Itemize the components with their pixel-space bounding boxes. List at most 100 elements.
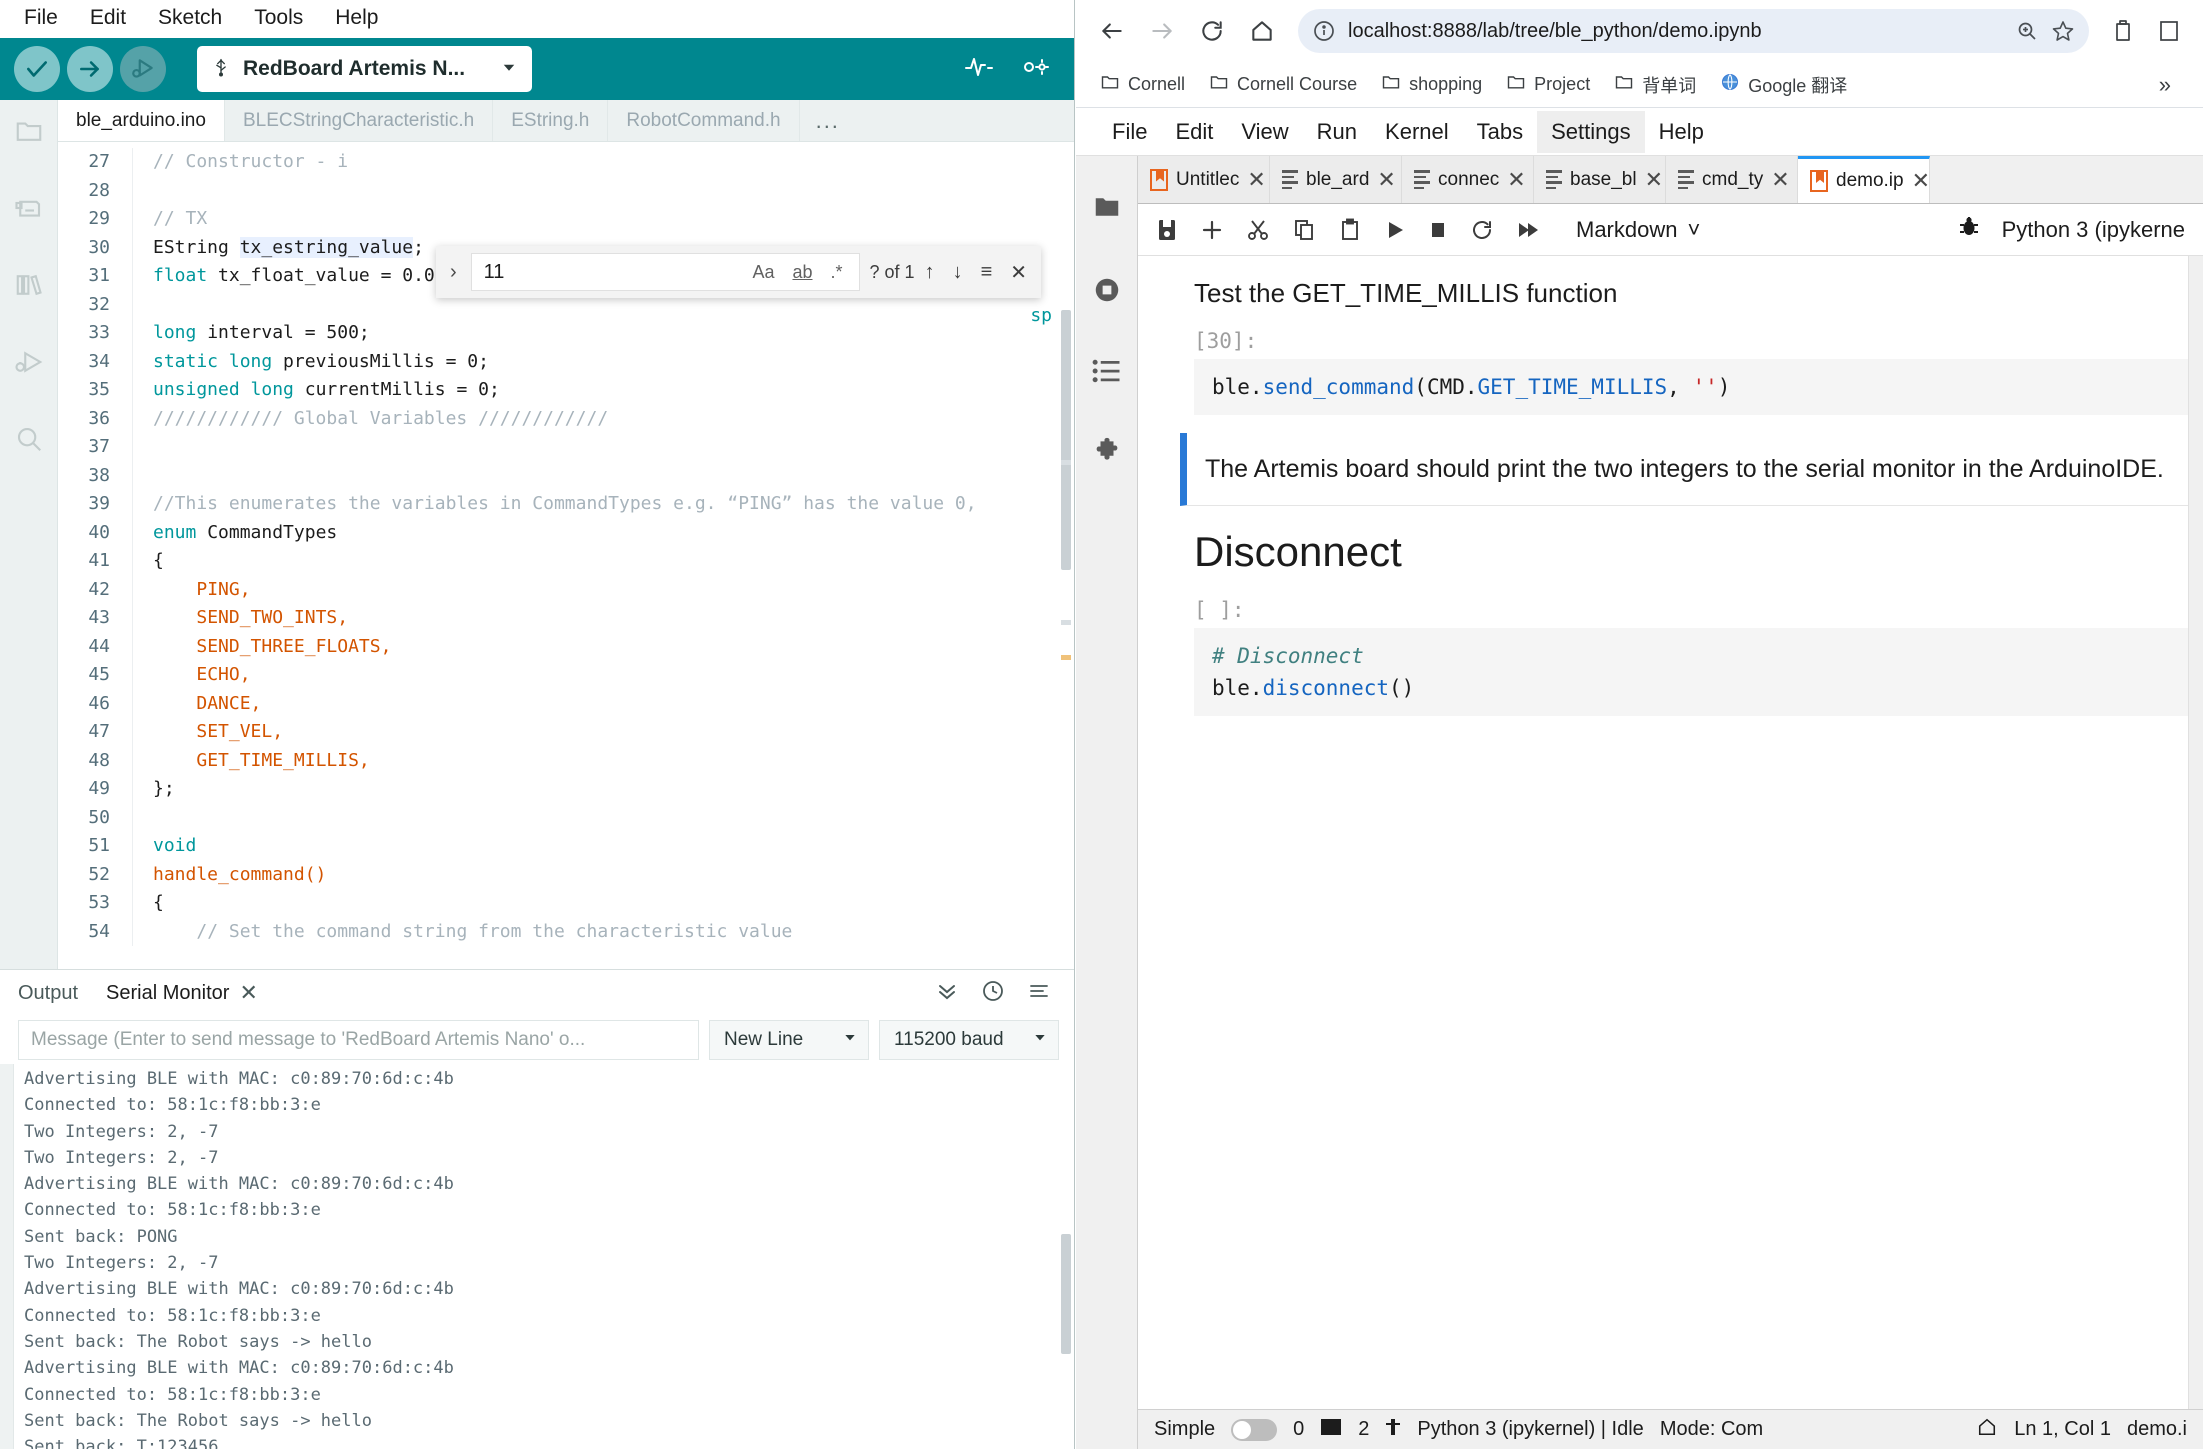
bookmark-shopping[interactable]: shopping — [1371, 68, 1492, 101]
line-ending-select[interactable]: New Line — [709, 1020, 869, 1060]
board-selector[interactable]: RedBoard Artemis N... — [197, 46, 532, 92]
menu-help[interactable]: Help — [319, 4, 394, 34]
jupyter-tab-cmd-ty[interactable]: cmd_ty ✕ — [1666, 156, 1798, 203]
file-tabs-overflow[interactable]: ... — [800, 100, 856, 141]
debug-icon[interactable] — [14, 347, 44, 382]
simple-mode-toggle[interactable] — [1231, 1418, 1278, 1441]
bookmark-project[interactable]: Project — [1496, 68, 1600, 101]
tab-serial-monitor[interactable]: Serial Monitor ✕ — [106, 980, 258, 1006]
copy-icon[interactable] — [1292, 218, 1316, 242]
serial-message-input[interactable]: Message (Enter to send message to 'RedBo… — [18, 1020, 699, 1060]
sketchbook-icon[interactable] — [14, 116, 44, 151]
extensions-icon[interactable] — [2103, 18, 2143, 44]
close-icon[interactable]: ✕ — [1507, 167, 1525, 193]
code-cell-input[interactable]: # Disconnect ble.disconnect() — [1194, 628, 2188, 716]
jupyter-menu-tabs[interactable]: Tabs — [1463, 111, 1537, 153]
boards-manager-icon[interactable] — [14, 193, 44, 228]
jupyter-menu-file[interactable]: File — [1098, 111, 1161, 153]
jupyter-tab-demo-ip[interactable]: demo.ip ✕ — [1798, 156, 1930, 203]
file-browser-icon[interactable] — [1092, 192, 1122, 227]
whole-word-icon[interactable]: ab — [788, 262, 816, 283]
find-widget[interactable]: › 11 Aa ab .* ? of 1 ↑ ↓ ≡ ✕ — [436, 246, 1041, 298]
find-previous-icon[interactable]: ↑ — [925, 261, 935, 284]
debug-console-icon[interactable] — [1020, 54, 1050, 85]
close-icon[interactable]: ✕ — [239, 980, 257, 1006]
serial-scrollbar[interactable] — [1060, 1064, 1072, 1449]
kernel-name[interactable]: Python 3 (ipykerne — [2002, 217, 2185, 243]
code-cell-input[interactable]: ble.send_command(CMD.GET_TIME_MILLIS, ''… — [1194, 359, 2188, 415]
baud-rate-select[interactable]: 115200 baud — [879, 1020, 1059, 1060]
notebook-cells[interactable]: Test the GET_TIME_MILLIS function [30]: bl… — [1138, 256, 2189, 1409]
timestamp-icon[interactable] — [981, 979, 1005, 1008]
markdown-heading[interactable]: Test the GET_TIME_MILLIS function — [1138, 256, 2188, 319]
notebook-scrollbar[interactable] — [2189, 256, 2203, 1409]
file-tab-ble_arduino[interactable]: ble_arduino.ino — [58, 100, 225, 141]
bookmark-cornell-course[interactable]: Cornell Course — [1199, 68, 1367, 101]
close-icon[interactable]: ✕ — [1377, 167, 1395, 193]
star-icon[interactable] — [2051, 19, 2075, 43]
close-icon[interactable]: ✕ — [1912, 168, 1929, 194]
restart-kernel-icon[interactable] — [1470, 218, 1494, 242]
collapse-icon[interactable] — [935, 979, 959, 1008]
clear-output-icon[interactable] — [1027, 979, 1051, 1008]
find-in-selection-icon[interactable]: ≡ — [981, 261, 993, 284]
close-icon[interactable]: ✕ — [1645, 167, 1663, 193]
jupyter-menu-settings[interactable]: Settings — [1537, 110, 1645, 153]
menu-edit[interactable]: Edit — [74, 4, 142, 34]
bookmark-beidanci[interactable]: 背单词 — [1604, 68, 1706, 102]
add-cell-icon[interactable] — [1200, 218, 1224, 242]
library-manager-icon[interactable] — [14, 270, 44, 305]
run-icon[interactable] — [1384, 219, 1406, 241]
menu-tools[interactable]: Tools — [238, 4, 319, 34]
find-input[interactable]: 11 Aa ab .* — [470, 253, 860, 291]
regex-icon[interactable]: .* — [827, 262, 847, 283]
serial-plotter-icon[interactable] — [964, 54, 994, 85]
jupyter-tab-untitlec[interactable]: Untitlec ✕ — [1138, 156, 1270, 203]
jupyter-menu-help[interactable]: Help — [1645, 111, 1718, 153]
table-of-contents-icon[interactable] — [1092, 358, 1122, 389]
address-bar[interactable]: localhost:8888/lab/tree/ble_python/demo.… — [1298, 9, 2089, 53]
info-circle-icon[interactable] — [1312, 19, 1336, 43]
bug-icon[interactable] — [1958, 215, 1980, 245]
search-icon[interactable] — [14, 424, 44, 459]
cut-icon[interactable] — [1246, 218, 1270, 242]
debug-button[interactable] — [120, 46, 166, 92]
bookmarks-overflow-icon[interactable]: » — [2159, 72, 2189, 98]
jupyter-tab-connec[interactable]: connec ✕ — [1402, 156, 1534, 203]
find-next-icon[interactable]: ↓ — [953, 261, 963, 284]
restart-run-all-icon[interactable] — [1516, 220, 1540, 240]
zoom-icon[interactable] — [2015, 19, 2039, 43]
bookmark-google-translate[interactable]: Google 翻译 — [1710, 68, 1857, 102]
jupyter-menu-edit[interactable]: Edit — [1161, 111, 1227, 153]
paste-icon[interactable] — [1338, 218, 1362, 242]
match-case-icon[interactable]: Aa — [748, 262, 778, 283]
back-arrow-icon[interactable] — [1090, 9, 1134, 53]
jupyter-menu-run[interactable]: Run — [1303, 111, 1371, 153]
file-tab-estring[interactable]: EString.h — [493, 100, 609, 141]
menu-file[interactable]: File — [8, 4, 74, 34]
reload-icon[interactable] — [1190, 9, 1234, 53]
jupyter-menu-kernel[interactable]: Kernel — [1371, 111, 1463, 153]
close-icon[interactable]: ✕ — [1771, 167, 1789, 193]
find-expand-icon[interactable]: › — [446, 261, 461, 284]
jupyter-menu-view[interactable]: View — [1227, 111, 1302, 153]
editor-scroll-thumb[interactable] — [1061, 310, 1071, 570]
upload-button[interactable] — [67, 46, 113, 92]
find-close-icon[interactable]: ✕ — [1010, 260, 1027, 285]
save-icon[interactable] — [1156, 218, 1178, 242]
markdown-title[interactable]: Disconnect — [1138, 506, 2188, 588]
bookmark-cornell[interactable]: Cornell — [1090, 68, 1195, 101]
jupyter-tab-base-bl[interactable]: base_bl ✕ — [1534, 156, 1666, 203]
close-icon[interactable]: ✕ — [1247, 167, 1265, 193]
running-sessions-icon[interactable] — [1092, 275, 1122, 310]
home-icon[interactable] — [1240, 9, 1284, 53]
jupyter-tab-ble-ard[interactable]: ble_ard ✕ — [1270, 156, 1402, 203]
file-tab-blecstring[interactable]: BLECStringCharacteristic.h — [225, 100, 494, 141]
menu-sketch[interactable]: Sketch — [142, 4, 238, 34]
file-tab-robotcommand[interactable]: RobotCommand.h — [608, 100, 800, 141]
markdown-note-cell[interactable]: The Artemis board should print the two i… — [1180, 433, 2188, 506]
extension-manager-icon[interactable] — [1092, 437, 1122, 472]
profile-icon[interactable] — [2149, 18, 2189, 44]
tab-output[interactable]: Output — [18, 982, 78, 1005]
serial-scroll-thumb[interactable] — [1061, 1234, 1071, 1354]
